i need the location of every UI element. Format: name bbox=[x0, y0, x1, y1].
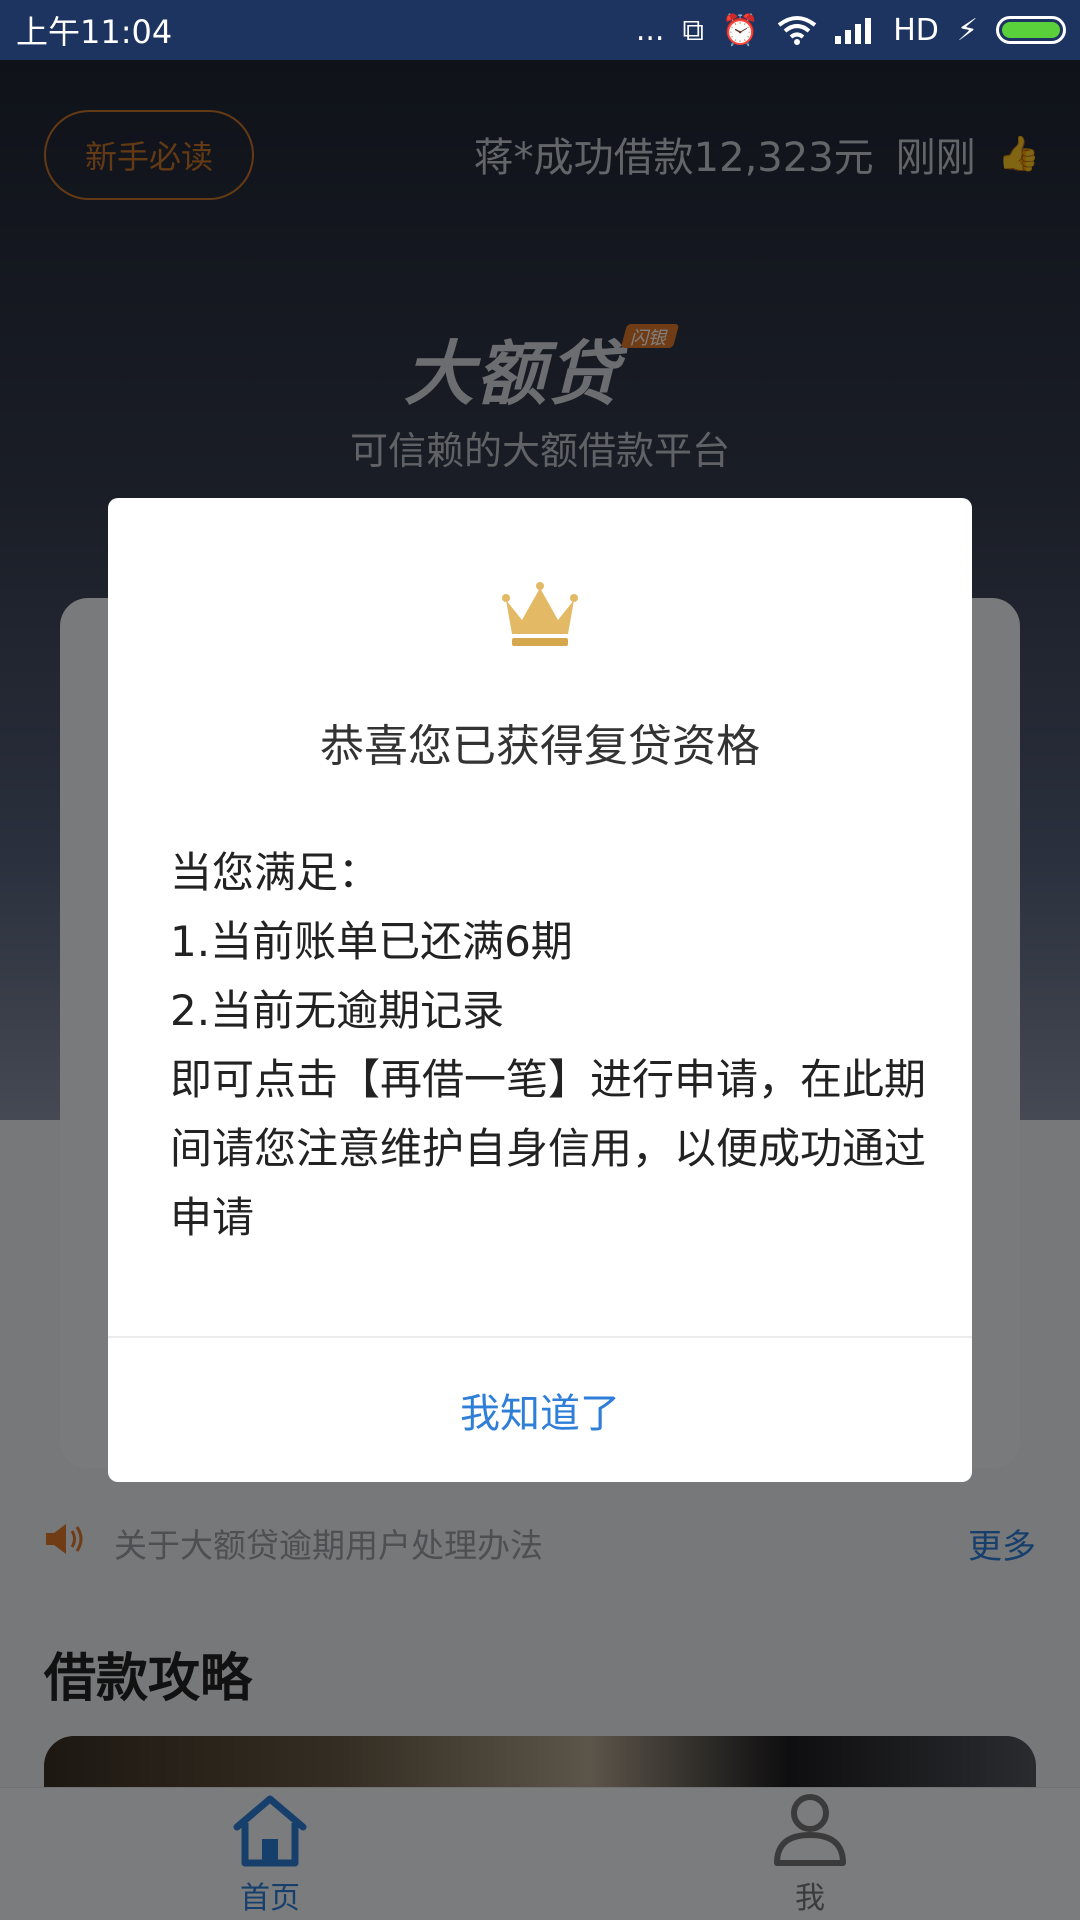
dialog-body: 当您满足： 1.当前账单已还满6期 2.当前无逾期记录 即可点击【再借一笔】进行… bbox=[170, 838, 940, 1252]
network-type: HD bbox=[893, 12, 939, 48]
alarm-icon: ⏰ bbox=[721, 12, 760, 48]
dialog-line: 2.当前无逾期记录 bbox=[170, 986, 505, 1035]
signal-icon bbox=[835, 18, 872, 44]
screen-rotate-icon: ⧉ bbox=[682, 12, 704, 48]
requalification-dialog: 恭喜您已获得复贷资格 当您满足： 1.当前账单已还满6期 2.当前无逾期记录 即… bbox=[108, 498, 972, 1482]
more-dots-icon: ... bbox=[635, 12, 665, 48]
battery-icon bbox=[996, 16, 1066, 44]
got-it-button[interactable]: 我知道了 bbox=[108, 1338, 972, 1482]
dialog-line: 1.当前账单已还满6期 bbox=[170, 917, 573, 966]
dialog-line: 当您满足： bbox=[170, 848, 381, 897]
dialog-line: 即可点击【再借一笔】进行申请，在此期间请您注意维护自身信用，以便成功通过申请 bbox=[170, 1055, 927, 1242]
crown-icon bbox=[502, 582, 578, 646]
status-time: 上午11:04 bbox=[16, 13, 173, 51]
wifi-icon bbox=[778, 16, 817, 45]
status-bar: 上午11:04 ... ⧉ ⏰ HD ⚡ bbox=[0, 0, 1080, 60]
status-icons: ... ⧉ ⏰ HD ⚡ bbox=[636, 13, 1066, 48]
dialog-title: 恭喜您已获得复贷资格 bbox=[320, 721, 760, 772]
charging-icon: ⚡ bbox=[956, 12, 978, 48]
